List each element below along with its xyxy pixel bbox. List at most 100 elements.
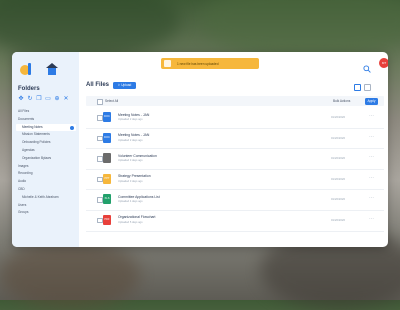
file-name[interactable]: Strategy Presentation [118, 174, 151, 178]
sidebar-item[interactable]: Documents [16, 116, 76, 124]
file-name[interactable]: Meeting Notes - JAN [118, 113, 149, 117]
upload-label: Upload [121, 83, 132, 87]
folder-icon[interactable]: ▭ [45, 96, 51, 102]
more-options-icon[interactable]: ⋯ [369, 134, 374, 140]
app-window: Folders ✥ ↻ ❐ ▭ ⊕ ✕ All Files Documents Me… [12, 52, 388, 247]
row-checkbox[interactable] [97, 217, 103, 224]
file-name[interactable]: Organizational Flowchart [118, 215, 156, 219]
sidebar-item-label: Meeting Notes [22, 124, 43, 129]
apply-button[interactable]: Apply [365, 97, 378, 105]
active-indicator-icon [70, 125, 74, 130]
folder-tree: All Files Documents Meeting Notes Mission S… [16, 108, 76, 217]
file-subtitle: Uploaded 3 days ago [118, 179, 143, 183]
row-checkbox[interactable] [97, 197, 103, 203]
sidebar: Folders ✥ ↻ ❐ ▭ ⊕ ✕ All Files Documents Me… [12, 52, 79, 247]
sidebar-item[interactable]: Audio [16, 178, 76, 186]
file-subtitle: Uploaded 3 days ago [118, 159, 143, 163]
sidebar-item-label: CBD [18, 186, 25, 191]
sidebar-item[interactable]: Users [16, 202, 76, 210]
sidebar-item-label: Mission Statements [22, 132, 50, 137]
file-row[interactable]: DOC Meeting Notes - JAN Uploaded 2 days ag… [86, 108, 384, 129]
file-name[interactable]: Volunteer Communication [118, 154, 157, 158]
organization-logo [45, 62, 59, 76]
file-type-icon: PDF [103, 214, 111, 225]
row-checkbox[interactable] [97, 135, 103, 142]
file-row[interactable]: XLS Committee Applications List Uploaded 4… [86, 190, 384, 211]
sidebar-item[interactable]: Groups [16, 209, 76, 217]
upload-button[interactable]: ⇪ Upload [113, 82, 136, 89]
upload-notice[interactable]: 1 new file has been uploaded [161, 58, 259, 69]
sidebar-item-label: Organization Bylaws [22, 155, 52, 160]
file-date: 01/20/2020 [331, 135, 345, 140]
delete-icon[interactable]: ✕ [63, 96, 69, 102]
more-options-icon[interactable]: ⋯ [369, 195, 374, 201]
copy-icon[interactable]: ❐ [36, 96, 42, 102]
more-options-icon[interactable]: ⋯ [369, 216, 374, 222]
file-type-icon [103, 153, 111, 164]
sidebar-item[interactable]: Michelle & Keith Abraham [16, 194, 76, 202]
row-checkbox[interactable] [97, 156, 103, 162]
sidebar-item[interactable]: Meeting Notes [16, 123, 76, 132]
file-date: 01/20/2020 [331, 217, 345, 222]
list-header: Select All Bulk Actions Apply [86, 96, 384, 106]
notice-text: 1 new file has been uploaded [177, 61, 219, 66]
file-date: 01/20/2020 [331, 115, 345, 119]
file-icon [164, 60, 171, 67]
more-options-icon[interactable]: ⋯ [369, 113, 374, 119]
more-options-icon[interactable]: ⋯ [369, 154, 374, 160]
row-checkbox[interactable] [97, 176, 103, 183]
grid-view-icon[interactable] [354, 84, 361, 91]
sidebar-item[interactable]: All Files [16, 108, 76, 116]
sidebar-item-label: Groups [18, 210, 29, 215]
sidebar-item[interactable]: Organization Bylaws [16, 155, 76, 163]
add-folder-icon[interactable]: ⊕ [54, 96, 60, 102]
sidebar-item-label: Documents [18, 116, 35, 121]
file-type-icon: XLS [103, 194, 111, 205]
file-date: 01/20/2020 [331, 156, 345, 161]
sidebar-item-label: Users [18, 202, 27, 207]
file-type-icon: DOC [103, 112, 111, 122]
sidebar-item-label: Images [18, 163, 29, 168]
sidebar-item[interactable]: Onboarding Policies [16, 139, 76, 147]
file-date: 01/20/2020 [331, 197, 345, 202]
file-row[interactable]: PDF Organizational Flowchart Uploaded 5 da… [86, 211, 384, 232]
more-options-icon[interactable]: ⋯ [369, 175, 374, 181]
sidebar-item-label: All Files [18, 109, 30, 113]
search-icon[interactable] [363, 60, 371, 73]
app-logo [19, 61, 35, 77]
folder-toolbar: ✥ ↻ ❐ ▭ ⊕ ✕ [18, 96, 69, 102]
list-view-icon[interactable] [364, 84, 371, 91]
sidebar-item-label: Recording [18, 171, 33, 176]
file-subtitle: Uploaded 2 days ago [118, 138, 143, 142]
folders-title: Folders [18, 86, 40, 92]
select-all-checkbox[interactable] [97, 99, 103, 105]
sidebar-item-label: Agendas [22, 147, 35, 152]
sidebar-item[interactable]: Agendas [16, 147, 76, 155]
main-panel: 1 new file has been uploaded MT All File… [79, 52, 388, 247]
file-row[interactable]: PPT Strategy Presentation Uploaded 3 days … [86, 170, 384, 191]
sidebar-item[interactable]: Recording [16, 170, 76, 178]
file-type-icon: PPT [103, 173, 111, 184]
file-subtitle: Uploaded 5 days ago [118, 220, 143, 224]
sidebar-item-label: Michelle & Keith Abraham [22, 194, 59, 199]
logo-row [19, 61, 59, 77]
bulk-actions-select[interactable]: Bulk Actions [333, 99, 350, 103]
sidebar-item[interactable]: Mission Statements [16, 131, 76, 139]
file-row[interactable]: DOC Meeting Notes - JAN Uploaded 2 days ag… [86, 129, 384, 150]
background-tree [0, 0, 180, 60]
file-subtitle: Uploaded 2 days ago [118, 118, 143, 121]
select-all-label: Select All [105, 99, 119, 103]
refresh-icon[interactable]: ↻ [27, 96, 33, 102]
sidebar-item-label: Audio [18, 179, 27, 184]
file-name[interactable]: Meeting Notes - JAN [118, 133, 149, 137]
move-icon[interactable]: ✥ [18, 96, 24, 102]
sidebar-item[interactable]: Images [16, 163, 76, 171]
file-row[interactable]: Volunteer Communication Uploaded 3 days a… [86, 149, 384, 170]
file-type-icon: DOC [103, 132, 111, 143]
file-name[interactable]: Committee Applications List [118, 195, 160, 199]
file-subtitle: Uploaded 4 days ago [118, 200, 143, 204]
sidebar-item[interactable]: CBD [16, 186, 76, 194]
sidebar-item-label: Onboarding Policies [22, 140, 51, 145]
row-checkbox[interactable] [97, 115, 103, 121]
user-avatar[interactable]: MT [379, 58, 388, 68]
